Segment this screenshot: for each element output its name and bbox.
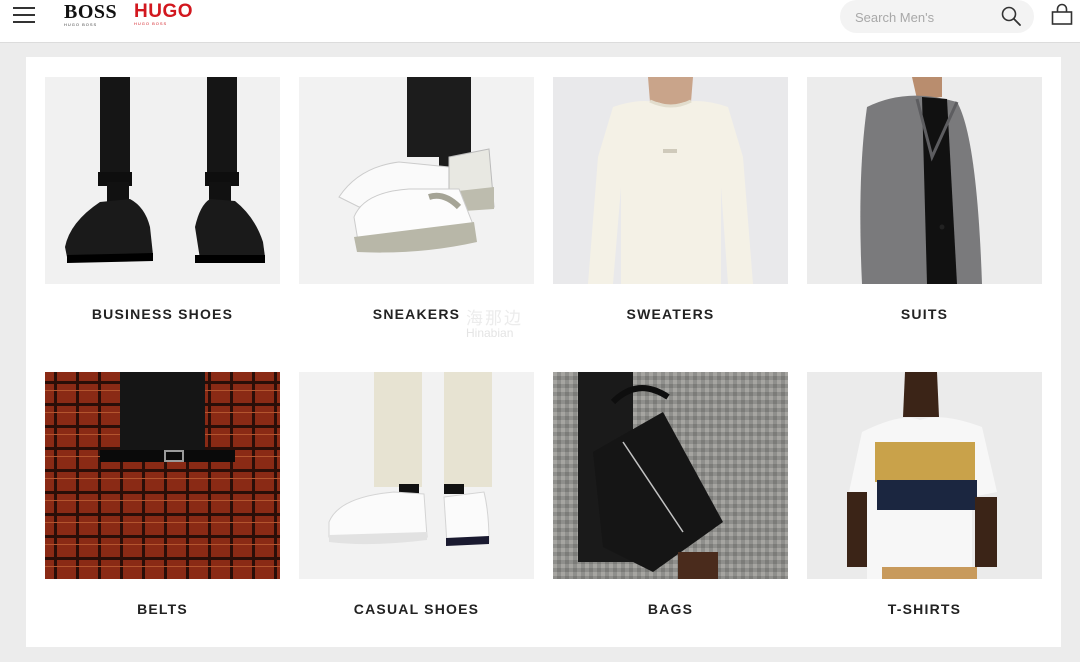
category-tile-casual-shoes[interactable]: CASUAL SHOES (299, 372, 534, 617)
category-label: T-SHIRTS (887, 601, 962, 617)
category-tile-suits[interactable]: SUITS (807, 77, 1042, 322)
category-label: BELTS (137, 601, 188, 617)
top-navigation-bar: BOSS HUGO BOSS HUGO HUGO BOSS (0, 0, 1080, 43)
search-input[interactable] (853, 6, 997, 28)
bags-image (553, 372, 788, 579)
category-tile-bags[interactable]: BAGS (553, 372, 788, 617)
category-tile-t-shirts[interactable]: T-SHIRTS (807, 372, 1042, 617)
category-label: BAGS (647, 601, 694, 617)
hamburger-menu-icon[interactable] (13, 6, 37, 26)
boss-logo-text: BOSS (64, 1, 118, 23)
hugo-logo-subtext: HUGO BOSS (134, 21, 168, 26)
category-tile-sweaters[interactable]: SWEATERS (553, 77, 788, 322)
business-shoes-image (45, 77, 280, 284)
search-box (840, 0, 1034, 33)
shopping-bag-icon[interactable] (1050, 3, 1074, 27)
category-label: SWEATERS (626, 306, 715, 322)
boss-logo-subtext: HUGO BOSS (64, 22, 98, 27)
sweaters-image (553, 77, 788, 284)
category-tile-business-shoes[interactable]: BUSINESS SHOES (45, 77, 280, 322)
category-label: SNEAKERS (372, 306, 461, 322)
category-tile-sneakers[interactable]: SNEAKERS (299, 77, 534, 322)
search-icon[interactable] (1000, 5, 1022, 27)
category-label: CASUAL SHOES (353, 601, 480, 617)
category-tile-belts[interactable]: BELTS (45, 372, 280, 617)
casual-shoes-image (299, 372, 534, 579)
hugo-logo-text: HUGO (134, 1, 193, 22)
sneakers-image (299, 77, 534, 284)
t-shirts-image (807, 372, 1042, 579)
hugo-logo[interactable]: HUGO HUGO BOSS (134, 2, 193, 26)
category-grid: BUSINESS SHOES SNEAKERS SWEATERS SUITS B… (26, 57, 1061, 647)
category-label: SUITS (900, 306, 949, 322)
boss-logo[interactable]: BOSS HUGO BOSS (64, 1, 118, 27)
belts-image (45, 372, 280, 579)
suits-image (807, 77, 1042, 284)
category-label: BUSINESS SHOES (91, 306, 234, 322)
